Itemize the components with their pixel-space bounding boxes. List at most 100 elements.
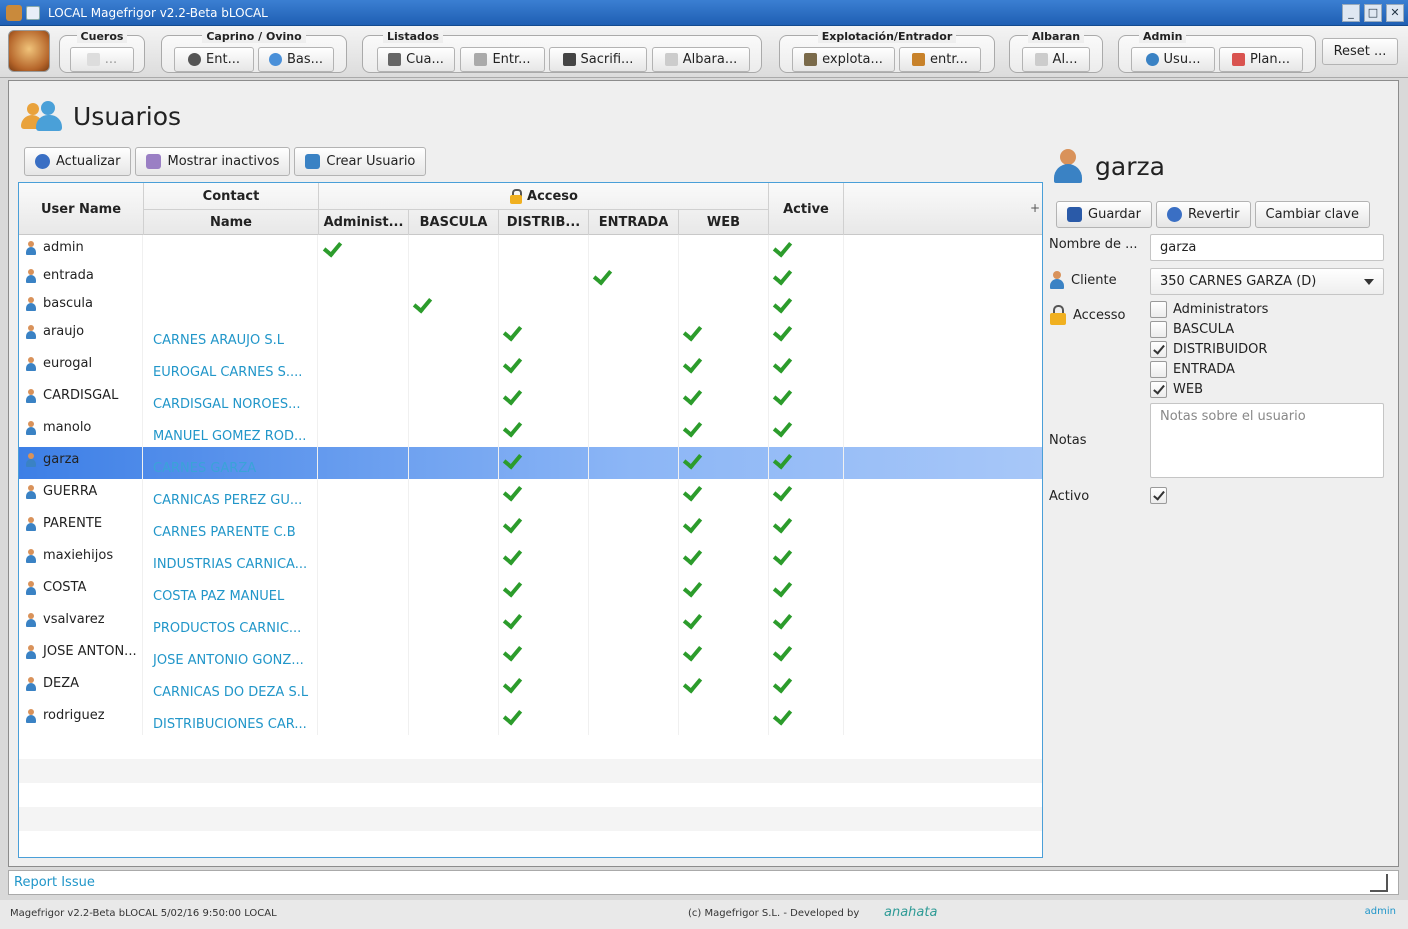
listados-cuadro-button[interactable]: Cua...	[377, 47, 455, 72]
checkbox-box[interactable]	[1150, 341, 1167, 358]
create-user-button[interactable]: Crear Usuario	[294, 147, 427, 176]
table-row[interactable]: CARDISGAL CARDISGAL NOROES...	[19, 383, 1042, 415]
checkbox-box[interactable]	[1150, 487, 1167, 504]
status-user[interactable]: admin	[1365, 906, 1396, 917]
table-row[interactable]: maxiehijos INDUSTRIAS CARNICA...	[19, 543, 1042, 575]
hide-icon	[86, 53, 100, 66]
header-bascula[interactable]: BASCULA	[409, 209, 499, 235]
user-name-cell: rodriguez	[19, 703, 143, 735]
header-name[interactable]: Name	[144, 209, 319, 235]
table-row[interactable]: bascula	[19, 291, 1042, 319]
header-distrib[interactable]: DISTRIB...	[499, 209, 589, 235]
checkbox-box[interactable]	[1150, 301, 1167, 318]
table-row[interactable]: GUERRA CARNICAS PEREZ GU...	[19, 479, 1042, 511]
entrada-cell	[589, 415, 679, 447]
title-bar: LOCAL Magefrigor v2.2-Beta bLOCAL _ □ ✕	[0, 0, 1408, 26]
table-row[interactable]: DEZA CARNICAS DO DEZA S.L	[19, 671, 1042, 703]
table-header: User Name Contact Name Acceso Administ..…	[19, 183, 1042, 235]
client-select[interactable]: 350 CARNES GARZA (D)	[1150, 268, 1384, 295]
admin-usuarios-button[interactable]: Usu...	[1131, 47, 1215, 72]
table-row[interactable]: vsalvarez PRODUCTOS CARNIC...	[19, 607, 1042, 639]
table-row[interactable]: rodriguez DISTRIBUCIONES CAR...	[19, 703, 1042, 735]
active-checkbox[interactable]	[1150, 487, 1167, 504]
contact-name-cell: PRODUCTOS CARNIC...	[143, 607, 318, 639]
access-option-entrada[interactable]: ENTRADA	[1150, 361, 1235, 378]
refresh-button[interactable]: Actualizar	[24, 147, 132, 176]
check-icon	[505, 389, 521, 401]
admin-cell	[319, 607, 409, 639]
access-option-web[interactable]: WEB	[1150, 381, 1203, 398]
table-row[interactable]: araujo CARNES ARAUJO S.L	[19, 319, 1042, 351]
check-icon	[685, 517, 701, 529]
active-cell	[769, 639, 844, 671]
header-access: Acceso	[319, 183, 769, 209]
checkbox-box[interactable]	[1150, 361, 1167, 378]
show-inactive-button[interactable]: Mostrar inactivos	[135, 147, 291, 176]
entrada-cell	[589, 263, 679, 291]
table-row[interactable]: garza CARNES GARZA	[19, 447, 1042, 479]
active-cell	[769, 383, 844, 415]
header-user-name[interactable]: User Name	[19, 183, 144, 235]
table-row[interactable]: JOSE ANTON... JOSE ANTONIO GONZ...	[19, 639, 1042, 671]
bascula-cell	[409, 351, 499, 383]
admin-cell	[319, 703, 409, 735]
header-admin[interactable]: Administ...	[319, 209, 409, 235]
listados-albaran-button[interactable]: Albara...	[652, 47, 750, 72]
header-active[interactable]: Active	[769, 183, 844, 235]
change-password-button[interactable]: Cambiar clave	[1254, 201, 1370, 228]
table-row[interactable]: admin	[19, 235, 1042, 263]
listados-sacrificio-button[interactable]: Sacrifi...	[549, 47, 647, 72]
user-icon	[25, 269, 37, 283]
add-user-icon	[305, 154, 321, 169]
column-chooser-button[interactable]: +	[1030, 201, 1040, 215]
checkbox-box[interactable]	[1150, 321, 1167, 338]
header-entrada[interactable]: ENTRADA	[589, 209, 679, 235]
check-icon	[685, 357, 701, 369]
user-name-cell: admin	[19, 235, 143, 263]
table-row[interactable]: COSTA COSTA PAZ MANUEL	[19, 575, 1042, 607]
save-button[interactable]: Guardar	[1056, 201, 1152, 228]
user-name-cell: DEZA	[19, 671, 143, 703]
user-icon	[25, 549, 37, 563]
document-icon	[664, 53, 678, 66]
header-web[interactable]: WEB	[679, 209, 769, 235]
user-name-cell: PARENTE	[19, 511, 143, 543]
minimize-button[interactable]: _	[1342, 3, 1360, 22]
check-icon	[775, 297, 791, 309]
resize-grip-icon[interactable]	[1370, 874, 1388, 892]
user-name-cell: garza	[19, 447, 143, 479]
page-title: Usuarios	[73, 101, 182, 131]
active-cell	[769, 415, 844, 447]
access-option-bascula[interactable]: BASCULA	[1150, 321, 1234, 338]
caprino-entrada-button[interactable]: Ent...	[174, 47, 254, 72]
distrib-cell	[499, 543, 589, 575]
report-issue-link[interactable]: Report Issue	[14, 875, 95, 890]
check-icon	[505, 645, 521, 657]
maximize-button[interactable]: □	[1364, 3, 1382, 22]
chevron-down-icon	[1364, 278, 1374, 285]
access-option-administrators[interactable]: Administrators	[1150, 301, 1268, 318]
table-row[interactable]: entrada	[19, 263, 1042, 291]
revert-button[interactable]: Revertir	[1155, 201, 1251, 228]
explotacion-button[interactable]: explota...	[792, 47, 895, 72]
reset-button[interactable]: Reset ...	[1322, 38, 1398, 65]
name-input[interactable]: garza	[1150, 234, 1384, 261]
window-menu-icon[interactable]	[26, 5, 40, 20]
ribbon-toolbar: Cueros ... Caprino / Ovino Ent... Bas...…	[0, 26, 1408, 78]
contact-name-cell	[143, 263, 318, 291]
entrador-button[interactable]: entr...	[899, 47, 981, 72]
table-row[interactable]: manolo MANUEL GOMEZ ROD...	[19, 415, 1042, 447]
lock-icon	[1049, 305, 1067, 325]
caprino-bascula-button[interactable]: Bas...	[258, 47, 334, 72]
close-button[interactable]: ✕	[1386, 3, 1404, 22]
notes-textarea[interactable]: Notas sobre el usuario	[1150, 403, 1384, 478]
listados-entrada-button[interactable]: Entr...	[460, 47, 545, 72]
group-admin: Admin Usu... Plan...	[1118, 30, 1316, 73]
table-row[interactable]: eurogal EUROGAL CARNES S....	[19, 351, 1042, 383]
albaran-button[interactable]: Al...	[1022, 47, 1090, 72]
table-row[interactable]: PARENTE CARNES PARENTE C.B	[19, 511, 1042, 543]
admin-plantilla-button[interactable]: Plan...	[1219, 47, 1303, 72]
checkbox-box[interactable]	[1150, 381, 1167, 398]
cueros-button[interactable]: ...	[70, 47, 134, 72]
access-option-distribuidor[interactable]: DISTRIBUIDOR	[1150, 341, 1267, 358]
